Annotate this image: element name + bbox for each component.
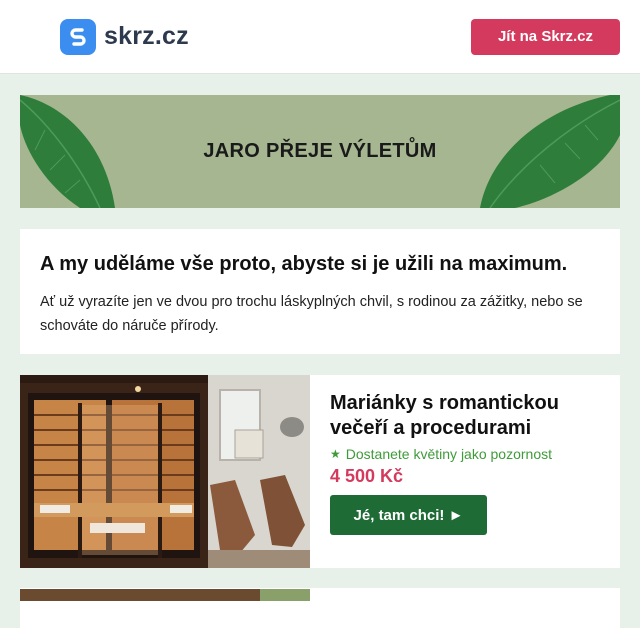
offer-photo[interactable] bbox=[20, 375, 310, 568]
leaf-right-decoration bbox=[480, 95, 620, 208]
offer-details: Mariánky s romantickou večeří a procedur… bbox=[310, 375, 600, 568]
spring-banner: JARO PŘEJE VÝLETŮM bbox=[20, 95, 620, 208]
intro-text: Ať už vyrazíte jen ve dvou pro trochu lá… bbox=[40, 294, 583, 334]
offer-price: 4 500 Kč bbox=[330, 466, 404, 486]
offer-title[interactable]: Mariánky s romantickou večeří a procedur… bbox=[330, 391, 580, 441]
leaf-left-decoration bbox=[20, 95, 115, 208]
next-offer-photo[interactable] bbox=[20, 589, 310, 601]
brand-name: skrz.cz bbox=[104, 22, 189, 50]
go-to-skrz-button[interactable]: Jít na Skrz.cz bbox=[471, 18, 620, 55]
offer-perk: ★ Dostanete květiny jako pozornost bbox=[330, 446, 580, 462]
intro-heading: A my uděláme vše proto, abyste si je uži… bbox=[40, 253, 568, 275]
next-offer-card[interactable] bbox=[20, 588, 620, 628]
offer-perk-text: Dostanete květiny jako pozornost bbox=[345, 446, 552, 462]
banner-title: JARO PŘEJE VÝLETŮM bbox=[203, 140, 437, 162]
offer-cta-button[interactable]: Jé, tam chci! ► bbox=[330, 495, 487, 535]
intro-section: A my uděláme vše proto, abyste si je uži… bbox=[20, 229, 620, 354]
star-icon: ★ bbox=[330, 447, 341, 461]
email-header: skrz.cz Jít na Skrz.cz bbox=[0, 0, 640, 74]
brand-logo[interactable]: skrz.cz bbox=[60, 18, 189, 55]
skrz-s-logo-icon bbox=[60, 18, 96, 55]
offer-card[interactable]: Mariánky s romantickou večeří a procedur… bbox=[20, 375, 620, 568]
